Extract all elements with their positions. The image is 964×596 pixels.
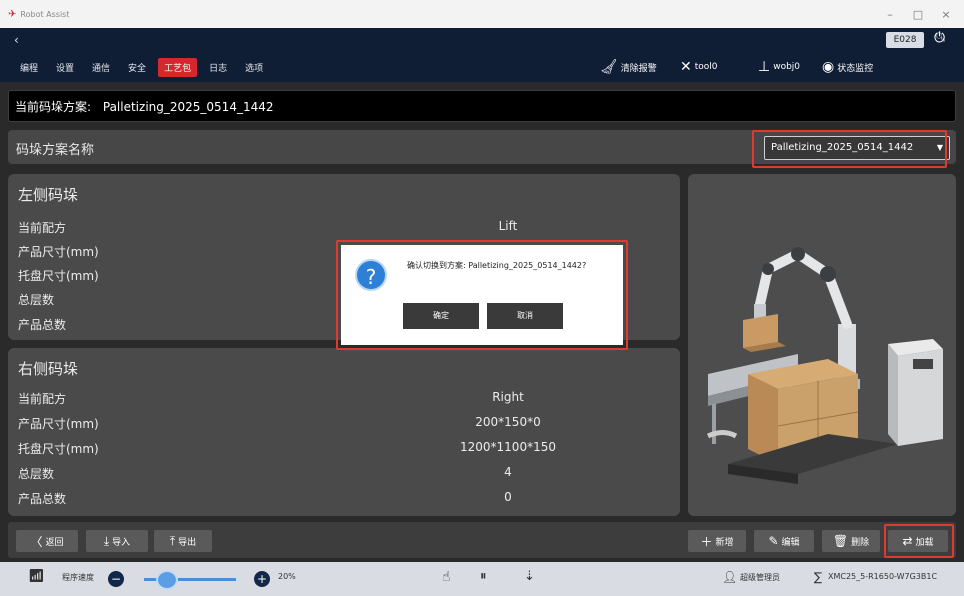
left-layers-label: 总层数 (18, 293, 55, 307)
export-button[interactable]: ⤒ 导出 (154, 530, 212, 552)
minimize-button[interactable]: – (876, 0, 904, 28)
back-label: 返回 (45, 537, 64, 548)
teach-pendant-icon[interactable]: ⏻ (934, 30, 945, 46)
right-total-label: 产品总数 (18, 492, 67, 506)
delete-button[interactable]: 🗑︎ 删除 (822, 530, 880, 552)
close-button[interactable]: × (932, 0, 960, 28)
right-pallet-size-label: 托盘尺寸(mm) (18, 442, 99, 456)
left-product-size-label: 产品尺寸(mm) (18, 245, 99, 259)
upload-icon: ⤒ (169, 533, 176, 548)
window-titlebar: ✈ Robot Assist – □ × (0, 0, 964, 28)
wifi-icon: 📶︎ (28, 569, 45, 584)
menu-item-safety[interactable]: 安全 (122, 58, 152, 77)
add-button[interactable]: ＋ 新增 (688, 530, 746, 552)
left-recipe-label: 当前配方 (18, 221, 67, 235)
chevron-left-icon: 〈 (30, 534, 43, 549)
current-scheme-label: 当前码垛方案: (15, 100, 92, 114)
maximize-button[interactable]: □ (904, 0, 932, 28)
speed-slider-handle[interactable] (156, 570, 178, 590)
pause-circle-icon[interactable]: ⏸︎ (480, 569, 487, 584)
program-speed-label: 程序速度 (62, 573, 94, 582)
main-menu: 编程 设置 通信 安全 工艺包 日志 选项 (14, 58, 275, 77)
confirm-switch-dialog: ? 确认切换到方案: Palletizing_2025_0514_1442? 确… (341, 245, 623, 345)
wobj-label: wobj0 (773, 62, 801, 72)
right-recipe-value: Right (492, 390, 524, 404)
speed-increase-button[interactable]: + (254, 571, 270, 587)
right-layers-label: 总层数 (18, 467, 55, 481)
pencil-icon: ✎ (768, 534, 779, 548)
plus-icon: ＋ (700, 534, 713, 549)
status-monitor-label: 状态监控 (837, 63, 874, 74)
trash-icon: 🗑︎ (832, 534, 849, 548)
plus-circle-icon: + (254, 571, 270, 587)
speed-decrease-button[interactable]: − (108, 571, 124, 587)
menu-item-options[interactable]: 选项 (239, 58, 269, 77)
left-pallet-size-label: 托盘尺寸(mm) (18, 269, 99, 283)
menu-item-communication[interactable]: 通信 (86, 58, 116, 77)
minus-icon: − (108, 571, 124, 587)
left-recipe-value: Lift (498, 219, 518, 233)
export-label: 导出 (178, 537, 197, 548)
question-icon: ? (355, 259, 387, 291)
right-layers-value: 4 (504, 465, 512, 479)
scheme-name-label: 码垛方案名称 (16, 143, 95, 158)
current-scheme-value: Palletizing_2025_0514_1442 (102, 100, 274, 114)
menu-item-programming[interactable]: 编程 (14, 58, 44, 77)
controller-model: XMC25_5-R1650-W7G3B1C (828, 572, 938, 581)
speed-percent: 20% (278, 572, 296, 581)
right-pallet-size-value: 1200*1100*150 (460, 440, 556, 454)
right-stack-title: 右侧码垛 (18, 360, 79, 378)
user-role: 超级管理员 (740, 573, 780, 582)
error-code-badge[interactable]: E028 (886, 32, 924, 48)
palletizing-robot-illustration (706, 247, 943, 484)
app-logo-icon: ✈ (8, 8, 17, 20)
import-button[interactable]: ⤓ 导入 (86, 530, 148, 552)
coordinate-frame-icon: ⊥ (758, 59, 771, 75)
menu-item-process-package[interactable]: 工艺包 (158, 58, 198, 77)
dialog-message: 确认切换到方案: Palletizing_2025_0514_1442? (407, 261, 587, 270)
robot-cell-image (688, 174, 956, 516)
robot-assist-app: ✈ Robot Assist – □ × ‹ 🔍︎ 编程 设置 通信 安全 工艺… (0, 0, 964, 596)
step-icon[interactable]: ⇣ (524, 569, 535, 584)
action-bar: 〈 返回 ⤓ 导入 ⤒ 导出 ＋ 新增 ✎ 编辑 🗑︎ 删除 ⇄ 加载 (8, 522, 956, 558)
right-total-value: 0 (504, 490, 512, 504)
import-label: 导入 (112, 537, 131, 548)
right-product-size-value: 200*150*0 (475, 415, 541, 429)
add-label: 新增 (715, 537, 734, 548)
dialog-ok-button[interactable]: 确定 (403, 303, 479, 329)
right-product-size-label: 产品尺寸(mm) (18, 417, 99, 431)
current-scheme-bar: 当前码垛方案: Palletizing_2025_0514_1442 (8, 90, 956, 122)
back-button[interactable]: 〈 返回 (16, 530, 78, 552)
user-icon: 👤︎ (722, 570, 738, 584)
tool-selector[interactable]: ✕ tool0 (680, 56, 718, 78)
tool-wrench-icon: ✕ (680, 59, 692, 75)
right-recipe-label: 当前配方 (18, 392, 67, 406)
eye-icon: ◉ (822, 59, 835, 75)
delete-label: 删除 (851, 537, 870, 548)
highlight-scheme-select (752, 130, 947, 168)
hand-pointer-icon[interactable]: ☝︎ (442, 569, 451, 585)
clear-alarm-button[interactable]: 🧹︎ 清除报警 (600, 56, 657, 78)
broom-icon: 🧹︎ (600, 59, 618, 75)
dialog-cancel-button[interactable]: 取消 (487, 303, 563, 329)
tool-label: tool0 (694, 62, 718, 72)
left-stack-title: 左侧码垛 (18, 186, 79, 204)
status-bar: 📶︎ 程序速度 − + 20% ☝︎ ⏸︎ ⇣ 👤︎ 超级管理员 ∑ XMC25… (0, 562, 964, 596)
back-chevron-icon[interactable]: ‹ (14, 33, 19, 47)
download-icon: ⤓ (103, 533, 110, 548)
clear-alarm-label: 清除报警 (620, 63, 657, 74)
menu-item-log[interactable]: 日志 (203, 58, 233, 77)
highlight-load-button (884, 524, 954, 558)
wobj-selector[interactable]: ⊥ wobj0 (758, 56, 800, 78)
status-monitor-button[interactable]: ◉ 状态监控 (822, 56, 873, 78)
left-total-label: 产品总数 (18, 318, 67, 332)
edit-label: 编辑 (781, 537, 800, 548)
app-title: Robot Assist (20, 9, 70, 19)
controller-icon: ∑ (814, 570, 823, 584)
menu-item-settings[interactable]: 设置 (50, 58, 80, 77)
top-nav-bar: ‹ 🔍︎ 编程 设置 通信 安全 工艺包 日志 选项 🧹︎ 清除报警 ✕ too… (0, 28, 964, 82)
right-stack-panel: 右侧码垛 当前配方 Right 产品尺寸(mm) 200*150*0 托盘尺寸(… (8, 348, 680, 516)
edit-button[interactable]: ✎ 编辑 (754, 530, 814, 552)
